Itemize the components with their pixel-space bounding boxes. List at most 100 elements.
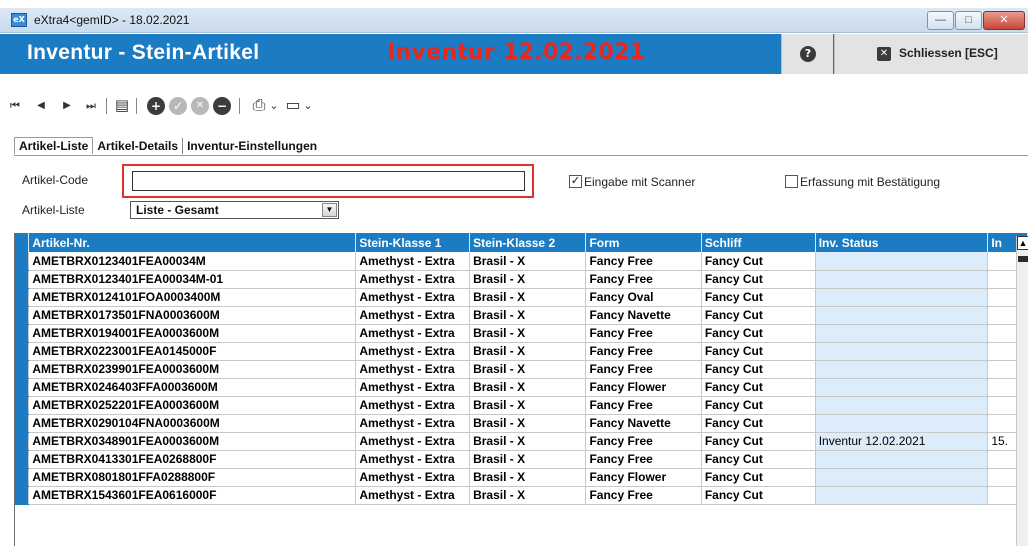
table-cell[interactable]: Amethyst - Extra [355, 396, 471, 415]
vertical-scrollbar[interactable]: ▲ [1016, 236, 1028, 546]
column-header[interactable]: Stein-Klasse 1 [355, 233, 471, 252]
table-cell[interactable]: AMETBRX0348901FEA0003600M [28, 432, 357, 451]
previous-record-icon[interactable]: ◀ [34, 96, 48, 116]
table-cell[interactable]: Fancy Free [585, 486, 702, 505]
table-cell[interactable]: Fancy Cut [701, 360, 816, 379]
table-cell[interactable] [815, 486, 989, 505]
table-cell[interactable]: Fancy Cut [701, 486, 816, 505]
row-indicator[interactable] [15, 252, 30, 271]
close-button[interactable]: ✕ Schliessen [ESC] [834, 34, 1028, 74]
table-cell[interactable]: Amethyst - Extra [355, 342, 471, 361]
row-indicator[interactable] [15, 414, 30, 433]
table-cell[interactable]: Fancy Cut [701, 288, 816, 307]
table-cell[interactable]: Fancy Free [585, 432, 702, 451]
table-cell[interactable]: Amethyst - Extra [355, 288, 471, 307]
scroll-up-arrow-icon[interactable]: ▲ [1017, 236, 1028, 250]
table-cell[interactable]: Amethyst - Extra [355, 360, 471, 379]
table-cell[interactable]: Fancy Free [585, 396, 702, 415]
first-record-icon[interactable]: ⏮ [8, 96, 22, 116]
row-indicator[interactable] [15, 342, 30, 361]
table-row[interactable]: AMETBRX0194001FEA0003600M Amethyst - Extr… [15, 324, 1028, 343]
table-cell[interactable]: Brasil - X [469, 252, 587, 271]
table-cell[interactable]: Brasil - X [469, 486, 587, 505]
remove-icon[interactable]: − [213, 97, 231, 115]
table-row[interactable]: AMETBRX0413301FEA0268800F Amethyst - Extr… [15, 450, 1028, 469]
table-cell[interactable]: AMETBRX0801801FFA0288800F [28, 468, 357, 487]
table-row[interactable]: AMETBRX0173501FNA0003600M Amethyst - Extr… [15, 306, 1028, 325]
table-cell[interactable]: Fancy Cut [701, 432, 816, 451]
row-indicator[interactable] [15, 432, 30, 451]
column-header[interactable]: Artikel-Nr. [28, 233, 357, 252]
table-cell[interactable]: Fancy Cut [701, 414, 816, 433]
close-window-button[interactable]: ✕ [983, 11, 1025, 30]
table-cell[interactable]: AMETBRX0252201FEA0003600M [28, 396, 357, 415]
table-cell[interactable]: Brasil - X [469, 432, 587, 451]
table-cell[interactable]: AMETBRX0123401FEA00034M-01 [28, 270, 357, 289]
table-cell[interactable]: AMETBRX0124101FOA0003400M [28, 288, 357, 307]
artikel-code-input[interactable] [132, 171, 525, 191]
column-header[interactable]: Schliff [701, 233, 816, 252]
table-row[interactable]: AMETBRX0223001FEA0145000F Amethyst - Extr… [15, 342, 1028, 361]
table-cell[interactable]: Fancy Cut [701, 252, 816, 271]
table-cell[interactable]: AMETBRX0173501FNA0003600M [28, 306, 357, 325]
scroll-thumb[interactable] [1018, 256, 1028, 262]
table-cell[interactable]: Brasil - X [469, 342, 587, 361]
table-row[interactable]: AMETBRX0801801FFA0288800F Amethyst - Extr… [15, 468, 1028, 487]
minimize-button[interactable]: — [927, 11, 954, 30]
table-cell[interactable]: Fancy Cut [701, 270, 816, 289]
row-indicator[interactable] [15, 450, 30, 469]
table-cell[interactable]: Fancy Oval [585, 288, 702, 307]
table-cell[interactable]: Brasil - X [469, 360, 587, 379]
table-cell[interactable]: AMETBRX0413301FEA0268800F [28, 450, 357, 469]
table-cell[interactable]: Brasil - X [469, 378, 587, 397]
table-cell[interactable]: Fancy Flower [585, 378, 702, 397]
table-cell[interactable]: Fancy Free [585, 252, 702, 271]
table-cell[interactable] [815, 288, 989, 307]
confirm-checkbox[interactable] [785, 175, 798, 188]
table-cell[interactable]: Fancy Free [585, 324, 702, 343]
table-cell[interactable]: Inventur 12.02.2021 [815, 432, 989, 451]
table-cell[interactable]: AMETBRX0123401FEA00034M [28, 252, 357, 271]
table-cell[interactable] [815, 342, 989, 361]
table-row[interactable]: AMETBRX0246403FFA0003600M Amethyst - Extr… [15, 378, 1028, 397]
table-cell[interactable]: Fancy Cut [701, 342, 816, 361]
table-cell[interactable]: Amethyst - Extra [355, 432, 471, 451]
table-cell[interactable]: Amethyst - Extra [355, 270, 471, 289]
column-header[interactable]: Form [585, 233, 702, 252]
table-cell[interactable]: Fancy Free [585, 360, 702, 379]
table-row[interactable]: AMETBRX0124101FOA0003400M Amethyst - Extr… [15, 288, 1028, 307]
table-cell[interactable]: Fancy Cut [701, 468, 816, 487]
table-cell[interactable]: Amethyst - Extra [355, 252, 471, 271]
table-cell[interactable]: Brasil - X [469, 324, 587, 343]
next-record-icon[interactable]: ▶ [60, 96, 74, 116]
maximize-button[interactable]: □ [955, 11, 982, 30]
table-cell[interactable] [815, 360, 989, 379]
cancel-icon[interactable]: ✕ [191, 97, 209, 115]
table-cell[interactable]: Brasil - X [469, 468, 587, 487]
print-icon[interactable]: ⎙ [250, 96, 268, 116]
table-cell[interactable]: Fancy Cut [701, 450, 816, 469]
row-indicator[interactable] [15, 468, 30, 487]
table-cell[interactable]: Fancy Cut [701, 324, 816, 343]
table-cell[interactable]: Fancy Navette [585, 306, 702, 325]
table-cell[interactable]: Fancy Cut [701, 396, 816, 415]
list-icon[interactable]: ▤ [114, 96, 130, 116]
window-menu-chevron-icon[interactable]: ⌄ [302, 96, 314, 116]
print-menu-chevron-icon[interactable]: ⌄ [268, 96, 280, 116]
table-cell[interactable]: Amethyst - Extra [355, 450, 471, 469]
scanner-checkbox[interactable]: ✓ [569, 175, 582, 188]
row-indicator[interactable] [15, 288, 30, 307]
table-cell[interactable] [815, 270, 989, 289]
tab-artikel-liste[interactable]: Artikel-Liste [14, 137, 94, 154]
table-cell[interactable]: AMETBRX0246403FFA0003600M [28, 378, 357, 397]
row-indicator[interactable] [15, 324, 30, 343]
table-cell[interactable]: Fancy Free [585, 450, 702, 469]
last-record-icon[interactable]: ⏭ [84, 96, 98, 116]
table-cell[interactable] [815, 378, 989, 397]
dropdown-arrow-icon[interactable]: ▼ [322, 203, 337, 217]
table-cell[interactable] [815, 468, 989, 487]
table-row[interactable]: AMETBRX0123401FEA00034M Amethyst - Extra B… [15, 252, 1028, 271]
table-cell[interactable]: Fancy Cut [701, 306, 816, 325]
table-cell[interactable] [815, 324, 989, 343]
column-header[interactable]: Stein-Klasse 2 [469, 233, 587, 252]
